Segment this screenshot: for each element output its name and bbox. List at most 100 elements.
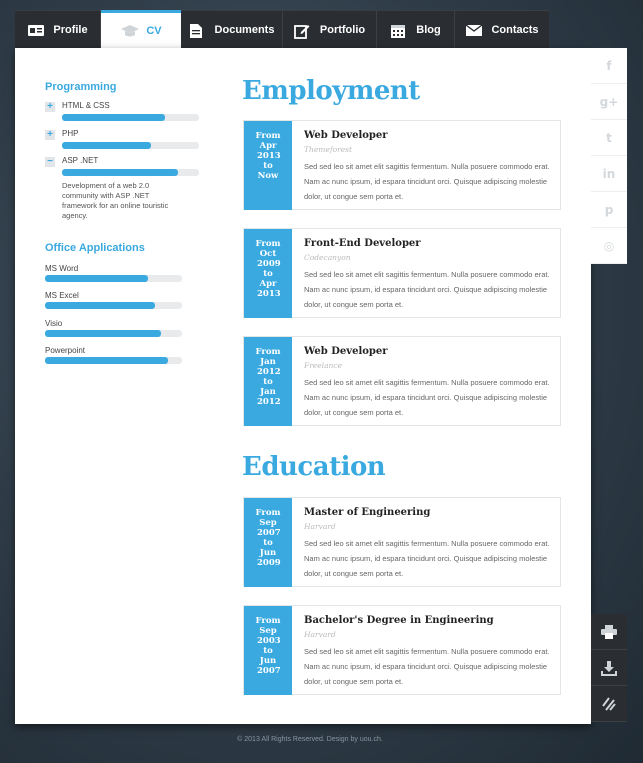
from-label: From <box>255 131 281 141</box>
skill-bar-fill <box>45 357 169 364</box>
to-label: to <box>263 377 273 387</box>
skill-description: Development of a web 2.0 community with … <box>62 181 169 220</box>
tab-profile[interactable]: Profile <box>15 10 101 49</box>
to-date: Jan 2012 <box>257 387 281 407</box>
entry-organization: Codecanyon <box>304 253 351 262</box>
from-label: From <box>255 508 281 518</box>
entry-title: Master of Engineering <box>304 507 431 518</box>
entry-description: Sed sed leo sit amet elit sagittis ferme… <box>304 647 550 686</box>
date-badge: From Jan 2012 to Jan 2012 <box>244 337 292 426</box>
from-date: Sep 2003 <box>257 626 281 646</box>
print-icon <box>601 624 617 639</box>
from-date: Jan 2012 <box>257 357 281 377</box>
skill-bar-fill <box>45 275 148 282</box>
entry-organization: Harvard <box>304 522 336 531</box>
from-date: Apr 2013 <box>257 141 281 161</box>
expand-icon[interactable]: + <box>45 130 55 140</box>
skill-bar-fill <box>45 302 155 309</box>
date-badge: From Sep 2007 to Jun 2009 <box>244 498 292 587</box>
tab-cv[interactable]: CV <box>101 10 181 49</box>
skill-bar-fill <box>45 330 162 337</box>
skill-label: MS Excel <box>45 291 79 300</box>
footer-copyright: © 2013 All Rights Reserved. Design by uo… <box>237 736 383 743</box>
envelope-icon <box>465 23 483 37</box>
entry-organization: Themeforest <box>304 145 352 154</box>
employment-entry: From Apr 2013 to Now Web Developer Theme… <box>243 120 561 210</box>
entry-title: Web Developer <box>304 346 388 357</box>
skill-bar <box>45 302 182 309</box>
from-label: From <box>255 347 281 357</box>
tab-label: Blog <box>416 24 441 36</box>
skills-sidebar: Programming + HTML & CSS + PHP − ASP .NE… <box>15 48 205 388</box>
entry-title: Web Developer <box>304 130 388 141</box>
tab-label: Profile <box>53 24 88 36</box>
skill-bar <box>45 330 182 337</box>
download-button[interactable] <box>591 650 627 686</box>
skill-bar-fill <box>62 114 165 121</box>
id-card-icon <box>27 23 45 37</box>
calendar-icon <box>390 23 408 38</box>
employment-entry: From Jan 2012 to Jan 2012 Web Developer … <box>243 336 561 426</box>
from-label: From <box>255 239 281 249</box>
tab-label: Portfolio <box>319 24 366 36</box>
cv-panel: Programming + HTML & CSS + PHP − ASP .NE… <box>15 48 591 724</box>
education-entry: From Sep 2007 to Jun 2009 Master of Engi… <box>243 497 561 587</box>
skill-bar-fill <box>62 169 179 176</box>
skill-bar-fill <box>62 142 152 149</box>
skill-label: HTML & CSS <box>62 101 110 110</box>
expand-icon[interactable]: + <box>45 102 55 112</box>
share-button[interactable] <box>591 686 627 722</box>
skill-bar <box>62 169 199 176</box>
entry-organization: Freelance <box>304 361 343 370</box>
tab-label: Contacts <box>491 24 539 36</box>
entry-description: Sed sed leo sit amet elit sagittis ferme… <box>304 270 550 309</box>
tool-buttons <box>591 614 627 722</box>
skill-label: MS Word <box>45 264 79 273</box>
twitter-icon[interactable]: t <box>591 120 627 156</box>
entry-title: Front-End Developer <box>304 238 421 249</box>
download-icon <box>601 660 617 676</box>
tab-blog[interactable]: Blog <box>377 10 455 49</box>
to-label: to <box>263 269 273 279</box>
entry-organization: Harvard <box>304 630 336 639</box>
print-button[interactable] <box>591 614 627 650</box>
pinterest-icon[interactable]: p <box>591 192 627 228</box>
to-label: to <box>263 646 273 656</box>
edit-icon <box>293 23 312 39</box>
skill-bar <box>45 275 182 282</box>
from-date: Oct 2009 <box>257 249 281 269</box>
entry-description: Sed sed leo sit amet elit sagittis ferme… <box>304 539 550 578</box>
social-links: f g+ t in p ◎ <box>591 48 627 264</box>
skill-label: PHP <box>62 129 79 138</box>
date-badge: From Apr 2013 to Now <box>244 121 292 210</box>
to-date: Apr 2013 <box>257 279 281 299</box>
to-date: Jun 2009 <box>257 548 281 568</box>
from-label: From <box>255 616 281 626</box>
dribbble-icon[interactable]: ◎ <box>591 228 627 264</box>
employment-entry: From Oct 2009 to Apr 2013 Front-End Deve… <box>243 228 561 318</box>
to-label: to <box>263 161 273 171</box>
tab-label: Documents <box>214 24 275 36</box>
tab-documents[interactable]: Documents <box>181 10 283 49</box>
tab-label: CV <box>146 25 162 37</box>
skill-bar <box>62 142 199 149</box>
linkedin-icon[interactable]: in <box>591 156 627 192</box>
skill-label: Powerpoint <box>45 346 86 355</box>
from-date: Sep 2007 <box>257 518 281 538</box>
graduation-cap-icon <box>120 24 140 38</box>
main-nav-tabs: Profile CV Documents Portfolio Blog Cont… <box>15 10 575 49</box>
share-icon <box>602 696 616 711</box>
tab-contacts[interactable]: Contacts <box>455 10 549 49</box>
tab-portfolio[interactable]: Portfolio <box>283 10 377 49</box>
entry-description: Sed sed leo sit amet elit sagittis ferme… <box>304 162 550 201</box>
document-icon <box>189 23 207 38</box>
to-label: to <box>263 538 273 548</box>
date-badge: From Oct 2009 to Apr 2013 <box>244 229 292 318</box>
facebook-icon[interactable]: f <box>591 48 627 84</box>
education-title: Education <box>242 452 386 482</box>
to-date: Jun 2007 <box>257 656 281 676</box>
google-plus-icon[interactable]: g+ <box>591 84 627 120</box>
education-entry: From Sep 2003 to Jun 2007 Bachelor's Deg… <box>243 605 561 695</box>
date-badge: From Sep 2003 to Jun 2007 <box>244 606 292 695</box>
collapse-icon[interactable]: − <box>45 157 55 167</box>
